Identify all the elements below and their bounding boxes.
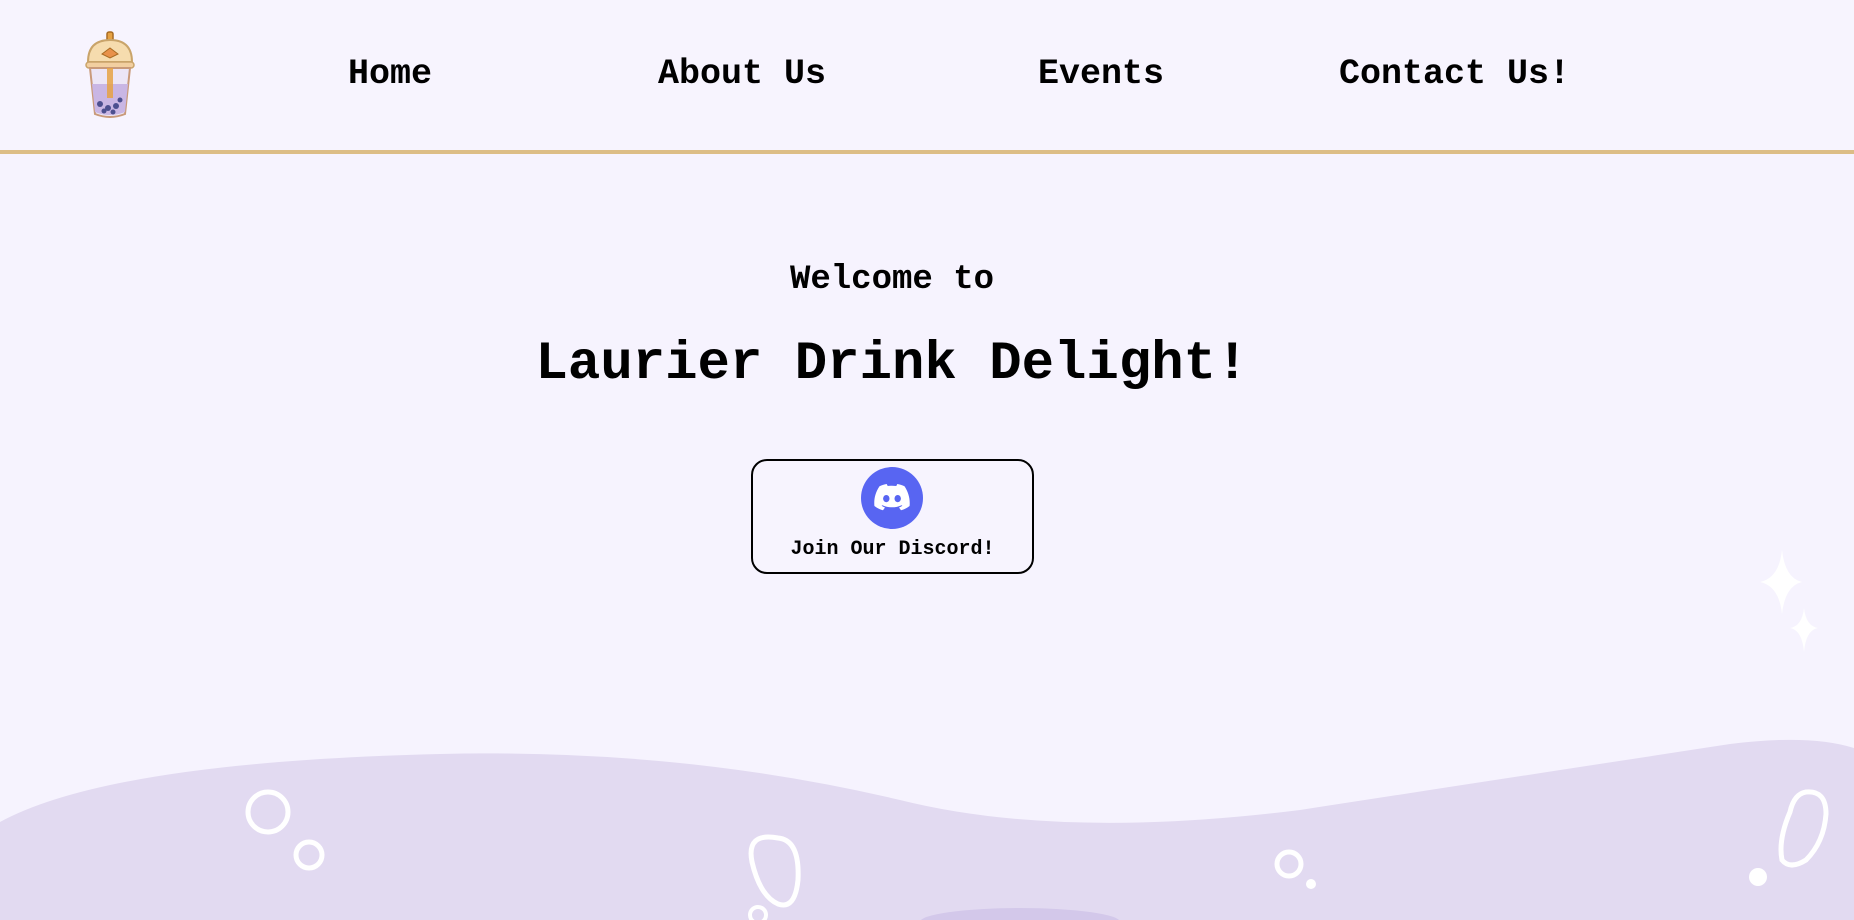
nav-link-about-us[interactable]: About Us (658, 52, 826, 96)
navbar: Home About Us Events Contact Us! (0, 0, 1854, 154)
bubble-tea-logo-icon[interactable] (82, 30, 138, 120)
decorative-wave (0, 739, 1854, 920)
join-discord-button[interactable]: Join Our Discord! (751, 459, 1034, 574)
nav-link-contact-us[interactable]: Contact Us! (1339, 52, 1570, 96)
nav-link-events[interactable]: Events (1038, 52, 1164, 96)
discord-icon (861, 467, 923, 529)
sparkle-icon (1760, 550, 1818, 652)
discord-button-label: Join Our Discord! (790, 538, 995, 561)
nav-link-home[interactable]: Home (348, 52, 432, 96)
hero-subtitle: Welcome to (789, 261, 995, 299)
hero-title: Laurier Drink Delight! (535, 334, 1249, 395)
